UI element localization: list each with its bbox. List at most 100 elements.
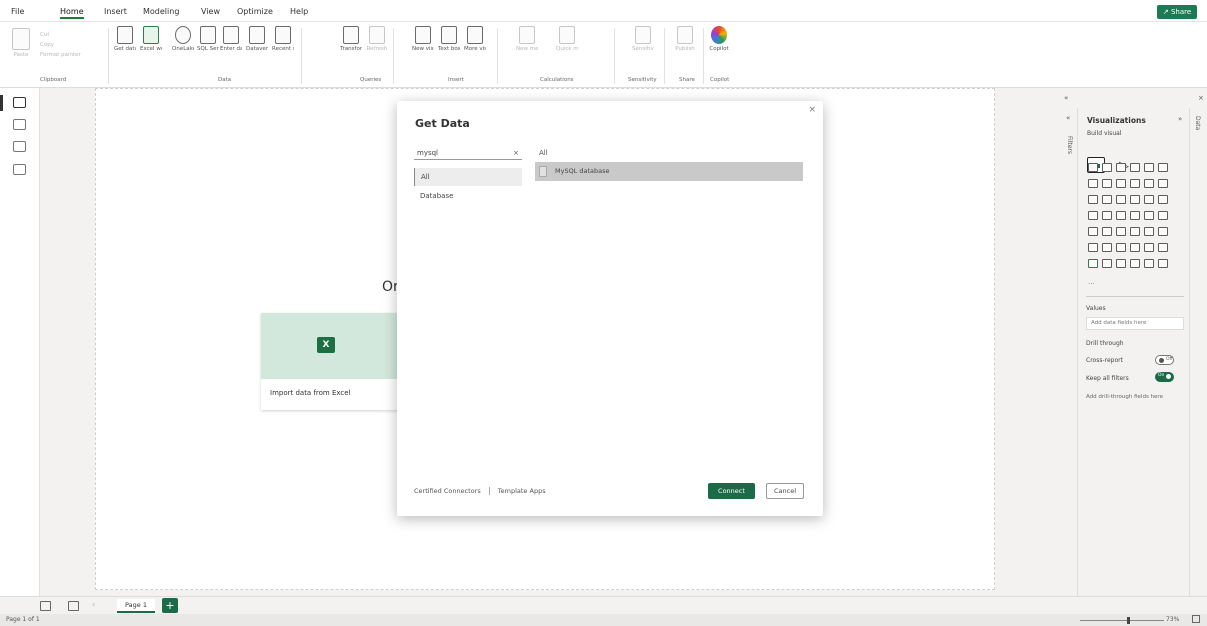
close-icon[interactable]: × <box>1198 94 1204 102</box>
sensitivity-button[interactable]: Sensitivity <box>632 26 654 52</box>
power-apps-icon[interactable] <box>1088 258 1098 268</box>
line-column-chart-icon[interactable] <box>1130 178 1140 188</box>
data-pane[interactable]: Data <box>1189 108 1207 596</box>
dataverse-button[interactable]: Dataverse <box>246 26 268 52</box>
new-visual-button[interactable]: New visual <box>412 26 434 52</box>
close-icon[interactable]: × <box>808 105 816 115</box>
zoom-slider-thumb[interactable] <box>1127 617 1130 624</box>
power-automate-icon[interactable] <box>1102 258 1112 268</box>
r-visual-icon[interactable] <box>1158 226 1168 236</box>
matrix-icon[interactable] <box>1144 226 1154 236</box>
format-painter-button[interactable]: Format painter <box>40 52 81 58</box>
template-apps-link[interactable]: Template Apps <box>498 487 546 495</box>
mobile-layout-icon[interactable] <box>68 601 79 611</box>
multi-row-card-icon[interactable] <box>1088 226 1098 236</box>
add-page-button[interactable]: + <box>162 598 178 613</box>
more-visuals-button[interactable]: More visuals <box>464 26 486 52</box>
menu-view[interactable]: View <box>201 7 220 16</box>
treemap-icon[interactable] <box>1158 194 1168 204</box>
stacked-bar-chart-icon[interactable] <box>1088 162 1098 172</box>
text-box-button[interactable]: Text box <box>438 26 460 52</box>
qa-visual-icon[interactable] <box>1130 242 1140 252</box>
publish-button[interactable]: Publish <box>674 26 696 52</box>
pie-chart-icon[interactable] <box>1130 194 1140 204</box>
model-view-icon[interactable] <box>13 141 26 152</box>
new-measure-button[interactable]: New measure <box>516 26 538 52</box>
filters-collapse-icon[interactable]: « <box>1066 114 1070 122</box>
values-field-well[interactable]: Add data fields here <box>1086 317 1184 330</box>
smart-narrative-icon[interactable] <box>1144 242 1154 252</box>
sql-server-button[interactable]: SQL Server <box>197 26 219 52</box>
kpi-icon[interactable] <box>1102 226 1112 236</box>
shape-map-icon[interactable] <box>1116 210 1126 220</box>
cut-button[interactable]: Cut <box>40 32 49 38</box>
text-slicer-icon[interactable] <box>1130 258 1140 268</box>
recent-sources-button[interactable]: Recent sources <box>272 26 294 52</box>
python-visual-icon[interactable] <box>1088 242 1098 252</box>
expand-icon[interactable]: » <box>1178 115 1182 123</box>
clustered-column-chart-icon[interactable] <box>1130 162 1140 172</box>
waterfall-chart-icon[interactable] <box>1088 194 1098 204</box>
page-view-icon[interactable] <box>40 601 51 611</box>
line-chart-icon[interactable] <box>1088 178 1098 188</box>
filters-pane[interactable]: « Filters <box>1063 108 1077 596</box>
card-icon[interactable] <box>1158 210 1168 220</box>
donut-chart-icon[interactable] <box>1144 194 1154 204</box>
get-data-button[interactable]: Get data <box>114 26 136 52</box>
fit-to-page-icon[interactable] <box>1192 615 1200 623</box>
table-view-icon[interactable] <box>13 119 26 130</box>
collapse-icon[interactable]: « <box>1064 94 1068 102</box>
azure-map-icon[interactable] <box>1130 210 1140 220</box>
excel-workbook-button[interactable]: Excel workbook <box>140 26 162 52</box>
clustered-bar-chart-icon[interactable] <box>1116 162 1126 172</box>
100-column-chart-icon[interactable] <box>1158 162 1168 172</box>
menu-optimize[interactable]: Optimize <box>237 7 273 16</box>
connector-result-mysql[interactable]: MySQL database <box>535 162 803 181</box>
connect-button[interactable]: Connect <box>708 483 755 499</box>
copilot-visual-icon[interactable] <box>1144 258 1154 268</box>
paginated-report-icon[interactable] <box>1158 242 1168 252</box>
zoom-slider[interactable] <box>1080 620 1164 621</box>
dax-query-view-icon[interactable] <box>13 164 26 175</box>
quick-measure-button[interactable]: Quick measure <box>556 26 578 52</box>
drill-through-well[interactable]: Add drill-through fields here <box>1086 394 1163 400</box>
cross-report-toggle[interactable]: Off <box>1155 355 1174 365</box>
copilot-button[interactable]: Copilot <box>708 26 730 52</box>
decomposition-tree-icon[interactable] <box>1116 242 1126 252</box>
funnel-chart-icon[interactable] <box>1102 194 1112 204</box>
filled-map-icon[interactable] <box>1102 210 1112 220</box>
copy-button[interactable]: Copy <box>40 42 54 48</box>
connector-search-input[interactable]: mysql × <box>414 147 522 160</box>
transform-data-button[interactable]: Transform data <box>340 26 362 52</box>
key-influencers-icon[interactable] <box>1102 242 1112 252</box>
table-icon[interactable] <box>1130 226 1140 236</box>
keep-filters-toggle[interactable]: On <box>1155 372 1174 382</box>
menu-file[interactable]: File <box>11 7 24 16</box>
more-visuals-icon[interactable] <box>1158 258 1168 268</box>
100-bar-chart-icon[interactable] <box>1144 162 1154 172</box>
onelake-catalog-button[interactable]: OneLake catalog <box>172 26 194 52</box>
menu-help[interactable]: Help <box>290 7 308 16</box>
slicer-icon[interactable] <box>1116 226 1126 236</box>
clear-icon[interactable]: × <box>513 147 519 159</box>
category-database[interactable]: Database <box>414 187 522 205</box>
stacked-area-chart-icon[interactable] <box>1116 178 1126 188</box>
paste-button[interactable]: Paste <box>10 28 32 58</box>
page-tab[interactable]: Page 1 <box>117 599 155 613</box>
more-options-icon[interactable]: ··· <box>1088 280 1095 288</box>
area-chart-icon[interactable] <box>1102 178 1112 188</box>
category-all[interactable]: All <box>414 168 522 186</box>
certified-connectors-link[interactable]: Certified Connectors <box>414 487 481 495</box>
report-view-icon[interactable] <box>13 97 26 108</box>
cancel-button[interactable]: Cancel <box>766 483 804 499</box>
page-scroll-left-icon[interactable]: ‹ <box>92 600 95 609</box>
metrics-icon[interactable] <box>1116 258 1126 268</box>
import-excel-card[interactable]: X Import data from Excel <box>261 313 401 410</box>
menu-home[interactable]: Home <box>60 7 84 19</box>
scatter-chart-icon[interactable] <box>1116 194 1126 204</box>
menu-modeling[interactable]: Modeling <box>143 7 179 16</box>
enter-data-button[interactable]: Enter data <box>220 26 242 52</box>
ribbon-chart-icon[interactable] <box>1158 178 1168 188</box>
map-icon[interactable] <box>1088 210 1098 220</box>
refresh-button[interactable]: Refresh <box>366 26 388 52</box>
